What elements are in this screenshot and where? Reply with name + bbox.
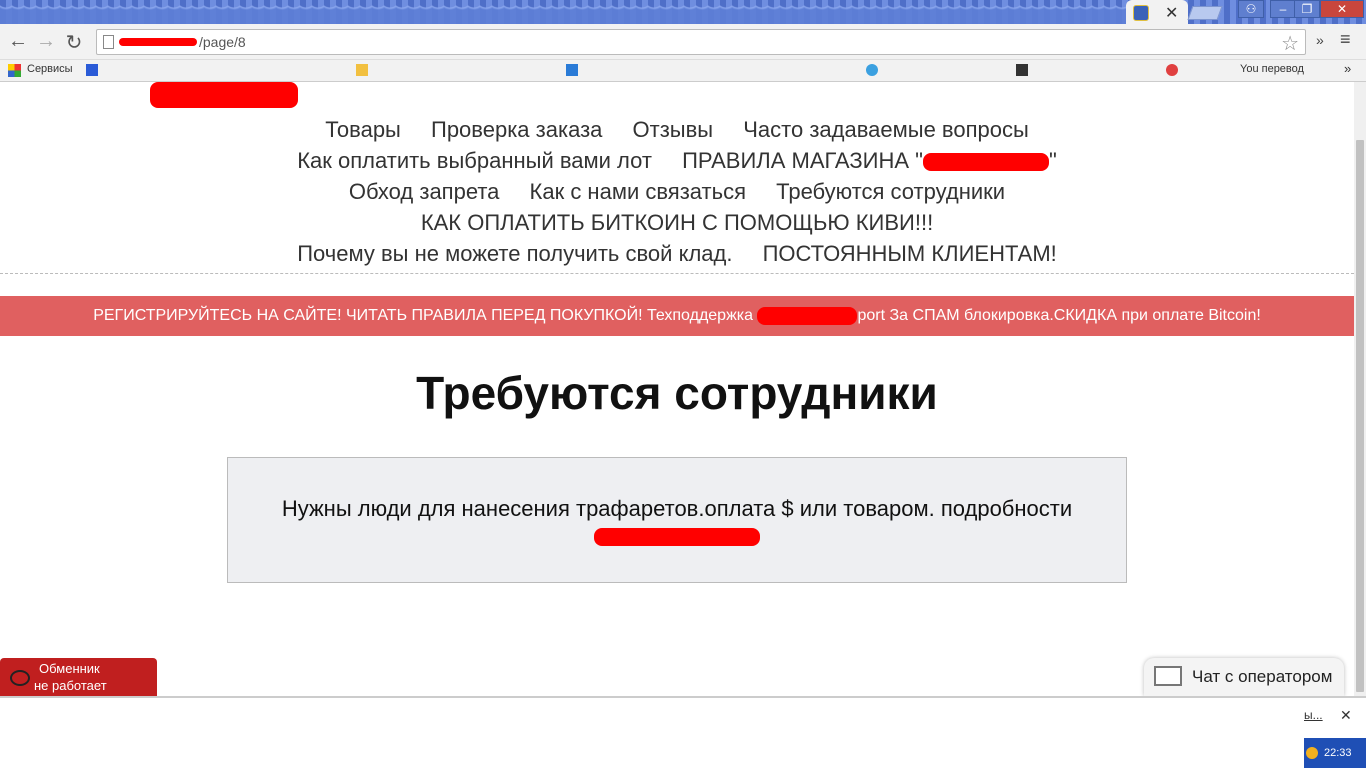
content-text: Нужны люди для нанесения трафаретов.опла… (281, 496, 1073, 521)
exchanger-line: Обменник (39, 661, 100, 676)
announcement-banner: РЕГИСТРИРУЙТЕСЬ НА САЙТЕ! ЧИТАТЬ ПРАВИЛА… (0, 296, 1354, 336)
tab-strip-decoration (0, 0, 1130, 24)
nav-row: Как оплатить выбранный вами лот ПРАВИЛА … (0, 145, 1354, 176)
minimize-button[interactable]: – (1270, 0, 1296, 18)
nav-link-shop-rules[interactable]: ПРАВИЛА МАГАЗИНА " " (682, 148, 1057, 173)
new-tab-button[interactable] (1187, 6, 1223, 20)
url-text: /page/8 (199, 34, 246, 50)
bookmark-icon[interactable] (356, 64, 368, 76)
nav-link-vacancies[interactable]: Требуются сотрудники (776, 179, 1005, 204)
reload-icon[interactable]: ↻ (62, 30, 86, 55)
nav-link-bitcoin-qiwi[interactable]: КАК ОПЛАТИТЬ БИТКОИН С ПОМОЩЬЮ КИВИ!!! (421, 210, 933, 235)
address-bar[interactable]: /page/8 ☆ (96, 29, 1306, 55)
tab-strip: ✕ ⚇ – ❐ ✕ (0, 0, 1366, 24)
back-icon[interactable]: ← (6, 30, 30, 53)
scrollbar-thumb[interactable] (1356, 140, 1364, 692)
extensions-chevron-icon[interactable]: » (1316, 32, 1324, 48)
site-navigation: Товары Проверка заказа Отзывы Часто зада… (0, 114, 1354, 269)
tray-app-icon[interactable] (1306, 747, 1318, 759)
menu-icon[interactable]: ≡ (1340, 29, 1351, 50)
profile-button[interactable]: ⚇ (1238, 0, 1264, 18)
nav-link-products[interactable]: Товары (325, 117, 401, 142)
nav-link-reviews[interactable]: Отзывы (633, 117, 714, 142)
redaction-mark (757, 306, 858, 325)
bottom-overlay (0, 696, 1366, 768)
nav-link-why-no-stash[interactable]: Почему вы не можете получить свой клад. (297, 241, 732, 266)
bookmark-icon[interactable] (566, 64, 578, 76)
bookmark-apps[interactable]: Сервисы (27, 63, 73, 75)
nav-link-faq[interactable]: Часто задаваемые вопросы (743, 117, 1029, 142)
tab-close-icon[interactable]: ✕ (1165, 3, 1178, 23)
overlay-link[interactable]: ы... (1304, 708, 1323, 722)
exchanger-text: Обменник не работает (34, 660, 107, 694)
page-scrollbar[interactable] (1354, 82, 1366, 696)
favicon-icon (1133, 5, 1149, 21)
nav-link-order-check[interactable]: Проверка заказа (431, 117, 602, 142)
overlay-close-icon[interactable]: ✕ (1340, 707, 1352, 724)
nav-link-shop-rules-label: ПРАВИЛА МАГАЗИНА " (682, 148, 923, 173)
exchanger-line: не работает (34, 678, 107, 693)
bookmark-icon[interactable] (1016, 64, 1028, 76)
apps-icon[interactable] (8, 64, 21, 77)
chat-bubble-icon (10, 670, 30, 686)
browser-toolbar: ← → ↻ /page/8 ☆ » ≡ (0, 24, 1366, 60)
redaction-mark (922, 153, 1049, 172)
nav-link-regular-clients[interactable]: ПОСТОЯННЫМ КЛИЕНТАМ! (763, 241, 1057, 266)
content-box: Нужны люди для нанесения трафаретов.опла… (227, 457, 1127, 583)
bookmark-icon[interactable] (86, 64, 98, 76)
exchanger-widget[interactable]: Обменник не работает (0, 658, 157, 696)
forward-icon[interactable]: → (34, 30, 58, 53)
nav-link-how-to-pay[interactable]: Как оплатить выбранный вами лот (297, 148, 652, 173)
content-contact-redacted (594, 528, 760, 546)
chat-icon (1154, 666, 1182, 686)
banner-text-end: port За СПАМ блокировка.СКИДКА при оплат… (857, 307, 1261, 324)
nav-row: Товары Проверка заказа Отзывы Часто зада… (0, 114, 1354, 145)
maximize-button[interactable]: ❐ (1294, 0, 1320, 18)
bookmarks-overflow-icon[interactable]: » (1344, 61, 1351, 76)
nav-row: Обход запрета Как с нами связаться Требу… (0, 176, 1354, 207)
bookmark-icon[interactable] (866, 64, 878, 76)
nav-link-bypass-ban[interactable]: Обход запрета (349, 179, 499, 204)
page-content: Товары Проверка заказа Отзывы Часто зада… (0, 82, 1354, 696)
chat-operator-button[interactable]: Чат с оператором (1144, 658, 1344, 696)
system-tray: 22:33 (1304, 738, 1366, 768)
redaction-mark (119, 38, 197, 46)
bookmark-star-icon[interactable]: ☆ (1281, 31, 1299, 56)
banner-text-start: РЕГИСТРИРУЙТЕСЬ НА САЙТЕ! ЧИТАТЬ ПРАВИЛА… (93, 307, 754, 324)
chat-label: Чат с оператором (1192, 667, 1333, 686)
site-logo-redacted (150, 82, 298, 108)
nav-row: КАК ОПЛАТИТЬ БИТКОИН С ПОМОЩЬЮ КИВИ!!! (0, 207, 1354, 238)
nav-row: Почему вы не можете получить свой клад. … (0, 238, 1354, 269)
clock[interactable]: 22:33 (1324, 747, 1352, 759)
page-icon (103, 35, 114, 49)
divider (0, 273, 1354, 274)
bookmark-translate[interactable]: You перевод (1240, 63, 1304, 75)
bookmark-icon[interactable] (1166, 64, 1178, 76)
bookmarks-bar: Сервисы You перевод » (0, 60, 1366, 82)
page-title: Требуются сотрудники (416, 367, 938, 419)
close-window-button[interactable]: ✕ (1320, 0, 1364, 18)
nav-link-shop-rules-suffix: " (1048, 148, 1057, 173)
nav-link-contact[interactable]: Как с нами связаться (530, 179, 746, 204)
